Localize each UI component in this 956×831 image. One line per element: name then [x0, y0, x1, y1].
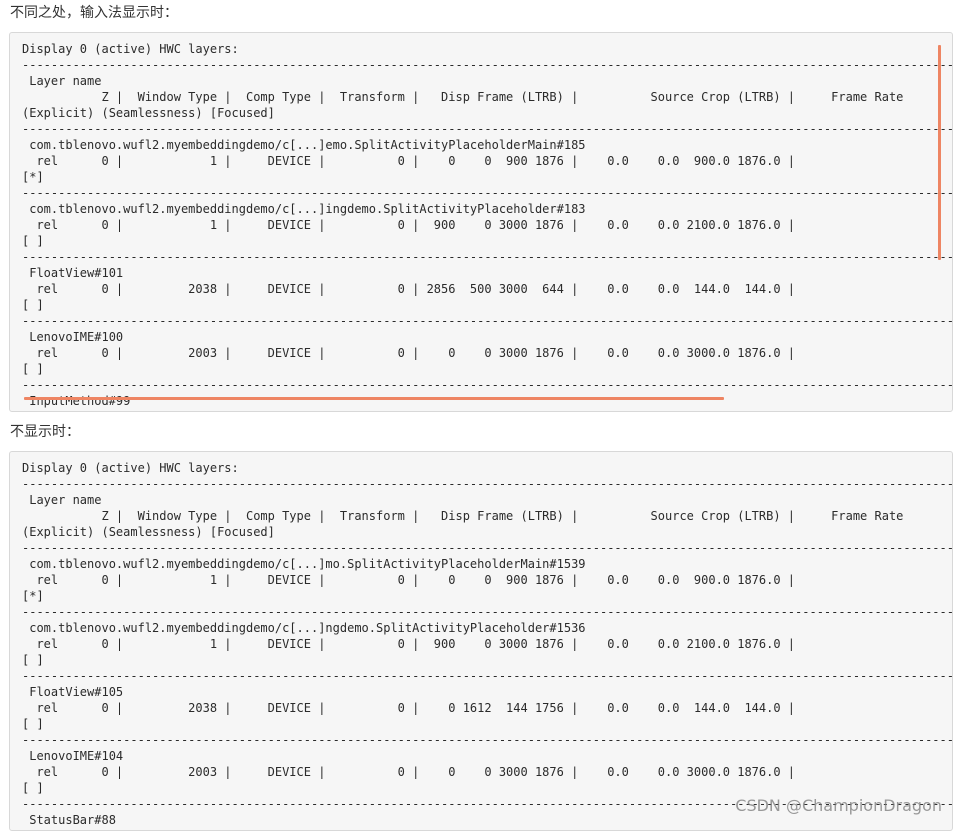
code-line: rel 0 | 2003 | DEVICE | 0 | 0 0 3000 187…: [22, 346, 796, 360]
code-line: ----------------------------------------…: [22, 541, 953, 555]
code-line: ----------------------------------------…: [22, 186, 953, 200]
code-line: ----------------------------------------…: [22, 477, 953, 491]
code-line: ----------------------------------------…: [22, 378, 953, 392]
code-line: LenovoIME#104: [22, 749, 124, 763]
code-line: [ ]: [22, 362, 44, 376]
code-line: Layer name: [22, 493, 102, 507]
code-line: ----------------------------------------…: [22, 733, 953, 747]
code-line: ----------------------------------------…: [22, 58, 953, 72]
code-line: [ ]: [22, 234, 44, 248]
code-line: [*]: [22, 170, 44, 184]
code-block-without-ime: Display 0 (active) HWC layers: ---------…: [9, 451, 953, 831]
code-line: Z | Window Type | Comp Type | Transform …: [22, 509, 904, 523]
code-line: rel 0 | 1 | DEVICE | 0 | 0 0 900 1876 | …: [22, 154, 796, 168]
code-line: Display 0 (active) HWC layers:: [22, 42, 239, 56]
code-line: rel 0 | 1 | DEVICE | 0 | 0 0 900 1876 | …: [22, 573, 796, 587]
code-line: rel 0 | 2038 | DEVICE | 0 | 2856 500 300…: [22, 282, 796, 296]
caption-without-ime: 不显示时：: [10, 424, 80, 440]
code-line: com.tblenovo.wufl2.myembeddingdemo/c[...…: [22, 138, 586, 152]
hwc-layers-dump-without-ime: Display 0 (active) HWC layers: ---------…: [10, 452, 953, 830]
code-line: com.tblenovo.wufl2.myembeddingdemo/c[...…: [22, 202, 586, 216]
code-line: ----------------------------------------…: [22, 669, 953, 683]
annotation-vertical-line: [938, 45, 941, 260]
code-line: com.tblenovo.wufl2.myembeddingdemo/c[...…: [22, 557, 586, 571]
code-line: [ ]: [22, 781, 44, 795]
code-line: Z | Window Type | Comp Type | Transform …: [22, 90, 904, 104]
code-line: (Explicit) (Seamlessness) [Focused]: [22, 106, 275, 120]
code-line: [ ]: [22, 298, 44, 312]
csdn-watermark: CSDN @ChampionDragon: [735, 796, 942, 815]
code-line: rel 0 | 2038 | DEVICE | 0 | 0 1612 144 1…: [22, 701, 796, 715]
code-line: rel 0 | 1 | DEVICE | 0 | 900 0 3000 1876…: [22, 637, 796, 651]
code-line: FloatView#105: [22, 685, 124, 699]
code-block-with-ime: Display 0 (active) HWC layers: ---------…: [9, 32, 953, 412]
code-line: ----------------------------------------…: [22, 122, 953, 136]
annotation-horizontal-line: [24, 397, 724, 400]
code-line: FloatView#101: [22, 266, 124, 280]
code-line: Layer name: [22, 74, 102, 88]
code-line: [ ]: [22, 653, 44, 667]
code-line: rel 0 | 1 | DEVICE | 0 | 900 0 3000 1876…: [22, 218, 796, 232]
code-line: ----------------------------------------…: [22, 605, 953, 619]
code-line: StatusBar#88: [22, 813, 116, 827]
code-line: [ ]: [22, 717, 44, 731]
code-line: [*]: [22, 589, 44, 603]
caption-with-ime: 不同之处，输入法显示时：: [10, 5, 178, 21]
code-line: com.tblenovo.wufl2.myembeddingdemo/c[...…: [22, 621, 586, 635]
code-line: LenovoIME#100: [22, 330, 124, 344]
code-line: rel 0 | 2003 | DEVICE | 0 | 0 0 3000 187…: [22, 765, 796, 779]
code-line: ----------------------------------------…: [22, 250, 953, 264]
hwc-layers-dump-with-ime: Display 0 (active) HWC layers: ---------…: [10, 33, 953, 411]
code-line: (Explicit) (Seamlessness) [Focused]: [22, 525, 275, 539]
code-line: ----------------------------------------…: [22, 314, 953, 328]
code-line: Display 0 (active) HWC layers:: [22, 461, 239, 475]
